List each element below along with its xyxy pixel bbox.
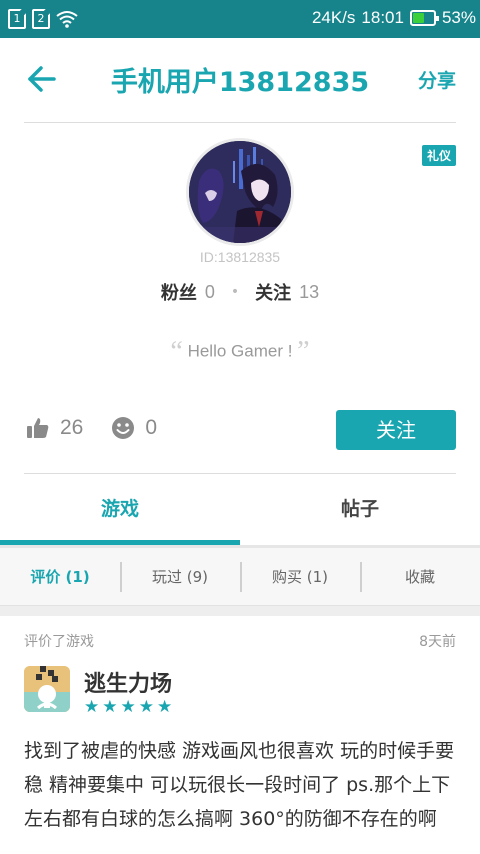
feed-meta: 评价了游戏 8天前 [24,631,456,651]
game-icon[interactable] [24,666,70,712]
follow-stats: 粉丝 0 • 关注 13 [0,279,480,305]
status-bar: 1 2 24K/s 18:01 53% [0,0,480,38]
feed-time: 8天前 [419,634,456,650]
subtab-favorites[interactable]: 收藏 [360,562,480,592]
stats-row: 26 0 [26,416,157,440]
subtab-purchased[interactable]: 购买 (1) [240,562,360,592]
subtab-played[interactable]: 玩过 (9) [120,562,240,592]
star-icon: ★ [157,697,173,717]
sim2-icon: 2 [32,9,50,29]
smiley-icon[interactable] [111,416,135,440]
clock: 18:01 [361,8,404,27]
follow-button[interactable]: 关注 [336,410,456,450]
avatar[interactable] [186,138,294,246]
rating-stars: ★ ★ ★ ★ ★ [84,698,172,716]
close-quote-icon: ” [297,336,310,367]
tab-posts[interactable]: 帖子 [240,474,480,546]
wifi-icon [56,11,78,28]
emoji-count: 0 [145,416,158,439]
game-name[interactable]: 逃生力场 [84,666,172,698]
star-icon: ★ [84,697,100,717]
bio-text: Hello Gamer ! [187,341,293,361]
fans-label[interactable]: 粉丝 [161,279,197,305]
user-id: ID:13812835 [199,249,281,265]
star-icon: ★ [102,697,118,717]
star-icon: ★ [120,697,136,717]
sub-tabs: 评价 (1) 玩过 (9) 购买 (1) 收藏 [0,548,480,606]
page-title: 手机用户13812835 [110,67,370,98]
battery-icon [409,10,439,26]
following-count: 13 [299,281,320,302]
likes-count: 26 [60,416,84,439]
following-label[interactable]: 关注 [255,279,291,305]
subtab-reviews[interactable]: 评价 (1) [0,566,120,587]
sim1-icon: 1 [8,9,26,29]
star-icon: ★ [138,697,154,717]
fans-count: 0 [204,281,215,302]
app-header: 手机用户13812835 分享 [0,38,480,122]
tab-games[interactable]: 游戏 [0,474,240,546]
open-quote-icon: “ [170,336,183,367]
share-button[interactable]: 分享 [418,66,456,93]
review-text[interactable]: 找到了被虐的快感 游戏画风也很喜欢 玩的时候手要稳 精神要集中 可以玩很长一段时… [24,734,456,836]
thumbs-up-icon[interactable] [26,416,50,440]
divider [24,122,456,123]
bio-quote: “ Hello Gamer ! ” [0,336,480,368]
network-speed: 24K/s [311,8,356,27]
section-gap [0,606,480,616]
battery-percent: 53% [441,8,476,27]
main-tabs: 游戏 帖子 [0,474,480,546]
separator-dot: • [230,284,240,300]
etiquette-badge[interactable]: 礼仪 [421,145,456,166]
feed-action: 评价了游戏 [24,634,94,650]
